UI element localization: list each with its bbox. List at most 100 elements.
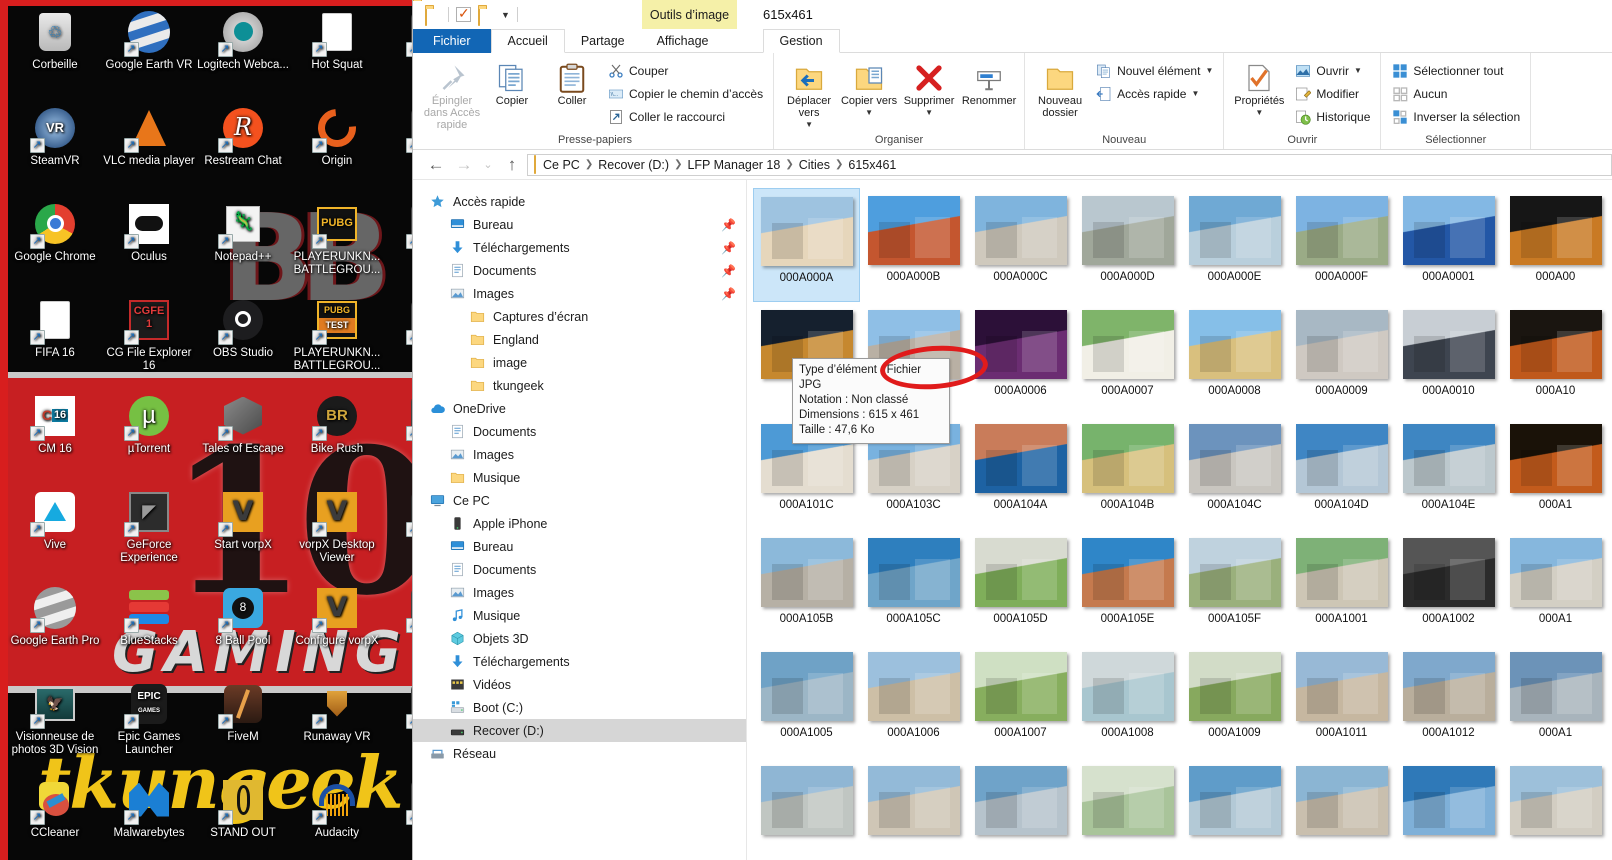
desktop-icon-bluestacks[interactable]: ↗ BlueStacks	[102, 584, 196, 648]
pin-icon[interactable]: 📌	[721, 218, 736, 232]
file-item[interactable]: 000A1005	[753, 644, 860, 758]
desktop-icon-f-man[interactable]: ↗F Man	[384, 392, 412, 456]
nav-item-recover-d[interactable]: Recover (D:)	[413, 719, 746, 742]
new-folder-quick-icon[interactable]	[478, 6, 494, 26]
file-item[interactable]	[1288, 758, 1395, 860]
desktop-icon-bike-rush[interactable]: BR ↗ Bike Rush	[290, 392, 384, 456]
ribbon-button-couper[interactable]: Couper	[603, 60, 767, 81]
desktop-icon-steamvr[interactable]: VR ↗ SteamVR	[8, 104, 102, 168]
desktop-icon-google-earth-vr[interactable]: ↗ Google Earth VR	[102, 8, 196, 72]
file-item[interactable]	[1502, 758, 1609, 860]
desktop-icon-hot-squat[interactable]: ↗ Hot Squat	[290, 8, 384, 72]
nav-item-images[interactable]: Images	[413, 581, 746, 604]
chevron-down-icon[interactable]: ▼	[925, 107, 933, 119]
file-item[interactable]: 000A1001	[1288, 530, 1395, 644]
nav-item-musique[interactable]: Musique	[413, 604, 746, 627]
file-item[interactable]: 000A104C	[1181, 416, 1288, 530]
desktop[interactable]: BB 10 GAMING tkungeek ♲ Corbeille ↗ Google …	[0, 0, 412, 860]
desktop-icon-ccleaner[interactable]: ↗ CCleaner	[8, 776, 102, 840]
nav-item-documents[interactable]: Documents	[413, 420, 746, 443]
nav-item-t-l-chargements[interactable]: Téléchargements	[413, 650, 746, 673]
file-item[interactable]: 000A0001	[1395, 188, 1502, 302]
desktop-icon-x[interactable]: ↗X	[384, 776, 412, 840]
ribbon-button-nouveau-dossier[interactable]: Nouveau dossier	[1031, 57, 1089, 119]
nav-item-documents[interactable]: Documents 📌	[413, 259, 746, 282]
nav-item-images[interactable]: Images 📌	[413, 282, 746, 305]
file-item[interactable]	[1074, 758, 1181, 860]
file-item[interactable]	[753, 758, 860, 860]
ribbon[interactable]: Épingler dans Accès rapide Copier Coller Co…	[413, 53, 1612, 150]
file-item[interactable]: 000A105F	[1181, 530, 1288, 644]
file-explorer-window[interactable]: ▼ Outils d’image 615x461 FichierAccueilP…	[412, 0, 1612, 860]
desktop-icon-revol[interactable]: ↗REVOl	[384, 488, 412, 552]
desktop-icon-item-39[interactable]: ↗	[384, 680, 412, 731]
nav-item-england[interactable]: England	[413, 328, 746, 351]
desktop-icon-obs-studio[interactable]: ↗ OBS Studio	[196, 296, 290, 360]
save-folder-icon[interactable]	[425, 6, 441, 26]
desktop-icon-google-chrome[interactable]: ↗ Google Chrome	[8, 200, 102, 264]
chevron-down-icon[interactable]: ▼	[1354, 66, 1362, 75]
nav-item-documents[interactable]: Documents	[413, 558, 746, 581]
pin-icon[interactable]: 📌	[721, 264, 736, 278]
properties-check-icon[interactable]	[456, 5, 471, 22]
nav-item-tkungeek[interactable]: tkungeek	[413, 374, 746, 397]
desktop-icon-playerunkn-battlegrou[interactable]: PUBG ↗ PLAYERUNKN... BATTLEGROU...	[290, 200, 384, 277]
file-item[interactable]: 000A105E	[1074, 530, 1181, 644]
file-item[interactable]: 000A00	[1502, 188, 1609, 302]
ribbon-button-aucun[interactable]: Aucun	[1387, 83, 1524, 104]
desktop-icon-configure-vorpx[interactable]: V ↗ Configure vorpX	[290, 584, 384, 648]
desktop-icon-runaway-vr[interactable]: ↗ Runaway VR	[290, 680, 384, 744]
nav-item-t-l-chargements[interactable]: Téléchargements 📌	[413, 236, 746, 259]
chevron-down-icon[interactable]: ▼	[1255, 107, 1263, 119]
desktop-icon-oculus[interactable]: ↗ Oculus	[102, 200, 196, 264]
desktop-icon-8-ball-pool[interactable]: 8 ↗ 8 Ball Pool	[196, 584, 290, 648]
nav-item-ce-pc[interactable]: Ce PC	[413, 489, 746, 512]
breadcrumb-item[interactable]: LFP Manager 18	[685, 158, 782, 172]
breadcrumb[interactable]: Ce PC ❯ Recover (D:) ❯ LFP Manager 18 ❯ Cities…	[527, 153, 1612, 176]
ribbon-button-renommer[interactable]: Renommer	[960, 57, 1018, 107]
chevron-down-icon[interactable]: ▼	[1205, 66, 1213, 75]
file-item[interactable]: 000A1	[1502, 416, 1609, 530]
desktop-icon-start-vorpx[interactable]: V ↗ Start vorpX	[196, 488, 290, 552]
tab-affichage[interactable]: Affichage	[641, 29, 725, 53]
file-item[interactable]: 000A105B	[753, 530, 860, 644]
file-item[interactable]: 000A1008	[1074, 644, 1181, 758]
desktop-icon-tales-of-escape[interactable]: ↗ Tales of Escape	[196, 392, 290, 456]
desktop-icon-cm-16[interactable]: C 16 ↗ CM 16	[8, 392, 102, 456]
tab-gestion[interactable]: Gestion	[762, 29, 840, 53]
file-item[interactable]: 000A10	[1502, 302, 1609, 416]
nav-item-acc-s-rapide[interactable]: Accès rapide	[413, 190, 746, 213]
file-item[interactable]	[860, 758, 967, 860]
file-item[interactable]	[1181, 758, 1288, 860]
file-item[interactable]: 000A000E	[1181, 188, 1288, 302]
ribbon-button--pingler-dans-acc-s-rapide[interactable]: Épingler dans Accès rapide	[423, 57, 481, 131]
ribbon-button-coller[interactable]: Coller	[543, 57, 601, 107]
desktop-icon-restream-chat[interactable]: R ↗ Restream Chat	[196, 104, 290, 168]
ribbon-button-copier[interactable]: Copier	[483, 57, 541, 107]
file-item[interactable]: 000A000A	[753, 188, 860, 302]
ribbon-button-ouvrir[interactable]: Ouvrir ▼	[1290, 60, 1374, 81]
chevron-down-icon[interactable]: ▼	[1191, 89, 1199, 98]
file-item[interactable]: 000A105D	[967, 530, 1074, 644]
file-item[interactable]: 000A1011	[1288, 644, 1395, 758]
ribbon-button-s-lectionner-tout[interactable]: Sélectionner tout	[1387, 60, 1524, 81]
tab-fichier[interactable]: Fichier	[413, 29, 491, 53]
breadcrumb-item[interactable]: Cities	[797, 158, 832, 172]
chevron-down-icon[interactable]: ▼	[501, 10, 510, 20]
file-item[interactable]: 000A000B	[860, 188, 967, 302]
desktop-icon-t[interactable]: ↗T	[384, 200, 412, 264]
desktop-icon-vorpx-desktop-viewer[interactable]: V ↗ vorpX Desktop Viewer	[290, 488, 384, 565]
desktop-icon-geforce-experience[interactable]: ◤ ↗ GeForce Experience	[102, 488, 196, 565]
desktop-icon-stand-out[interactable]: ↗ STAND OUT	[196, 776, 290, 840]
desktop-icon-vlc-media-player[interactable]: ↗ VLC media player	[102, 104, 196, 168]
ribbon-button-coller-le-raccourci[interactable]: Coller le raccourci	[603, 106, 767, 127]
file-item[interactable]	[1395, 758, 1502, 860]
breadcrumb-separator-icon[interactable]: ❯	[835, 159, 843, 170]
chevron-down-icon[interactable]: ▼	[865, 107, 873, 119]
ribbon-button-propri-t-s[interactable]: Propriétés ▼	[1230, 57, 1288, 119]
desktop-icon-notepad[interactable]: 🦎 ↗ Notepad++	[196, 200, 290, 264]
ribbon-button-copier-le-chemin-d-acc-s[interactable]: \\... Copier le chemin d’accès	[603, 83, 767, 104]
desktop-icon-torrent[interactable]: µ ↗ µTorrent	[102, 392, 196, 456]
file-item[interactable]: 000A104E	[1395, 416, 1502, 530]
ribbon-button-nouvel-l-ment[interactable]: Nouvel élément ▼	[1091, 60, 1217, 81]
